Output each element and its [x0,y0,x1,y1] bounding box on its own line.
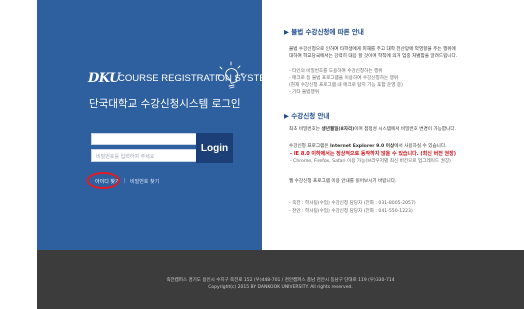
text-suffix: 에서 사용하실 수 있습니다. [394,144,447,149]
login-page: 죽전캠퍼스 경기도 용인시 수지구 죽전로 152 (우)448-701 / 천… [0,0,524,309]
footer-copyright: Copyright(c) 2015 BY DANKOOK UNIVERSITY.… [208,285,353,290]
notice-bullet: - 타인의 비밀번호를 도용하여 수강신청하는 행위 [289,69,383,74]
footer-margin [0,250,37,309]
text-emphasis: 생년월일(8자리) [321,127,355,132]
supported-browsers-text: - Chrome, Firefox, Safari 이용 가능(브라우저별 최신… [290,159,451,164]
notice-illegal-text-1: 불법 수강신청으로 인하여 타학생에게 피해를 주고 대학 전산망에 악영향을 … [289,47,456,52]
contact-cheonan: - 천안 : 학사팀(수업) 수강신청 담당자 (전화 : 041-550-12… [289,209,413,214]
find-password-link[interactable]: 비밀번호 찾기 [130,178,159,185]
link-separator: | [124,178,126,184]
contact-jukjeon: - 죽전 : 학사팀(수업) 수강신청 담당자 (전화 : 031-8005-2… [289,201,416,206]
footer-address: 죽전캠퍼스 경기도 용인시 수지구 죽전로 152 (우)448-701 / 천… [166,278,395,283]
notice-registration-title: ▶ 수강신청 안내 [284,112,330,120]
text-prefix: 최초 비밀번호는 [289,127,322,132]
login-button[interactable]: Login [196,133,233,163]
initial-password-text: 최초 비밀번호는 생년월일(8자리)이며 접정성 시스템에서 비밀번호 변경이 … [289,126,456,132]
footer: 죽전캠퍼스 경기도 용인시 수지구 죽전로 152 (우)448-701 / 천… [37,250,524,309]
notice-illegal-title: ▶ 불법 수강신청에 따른 안내 [284,28,364,36]
page-title: 단국대학교 수강신청시스템 로그인 [89,98,241,110]
notice-bullet: - 기타 불법행위 [289,90,319,95]
text-emphasis: Internet Explorer 9.0 이상 [329,144,395,149]
usage-guide-text: 웹 수강신청 프로그램 이용 안내를 읽어보시기 바랍니다. [289,179,397,184]
text-suffix: 이며 접정성 시스템에서 비밀번호 변경이 가능합니다. [354,127,457,132]
notice-bullet: (현재 수강신청 프로그램 내 매크로 탐지 기능 포함 운영 중) [289,83,403,88]
login-panel [37,0,262,250]
browser-requirement-text: 수강신청 프로그램은 Internet Explorer 9.0 이상에서 사용… [289,143,447,149]
ie-warning-text: - IE 8.0 이하에서는 정상적으로 동작하지 않을 수 있습니다. (최신… [290,151,457,157]
highlight-circle [87,172,120,189]
dku-logo: DKU [88,71,120,86]
text-prefix: 수강신청 프로그램은 [289,144,330,149]
lightbulb-icon [216,61,245,89]
notice-illegal-text-2: 대하여 학교당국에서는 강력히 대응 할 것이며 학칙에 의거 엄중 처벌함을 … [289,54,458,59]
notice-bullet: - 매크로 등 불법 프로그램을 이용하여 수강신청하는 행위 [289,76,399,81]
system-name: COURSE REGISTRATION SYSTEM [118,73,274,84]
